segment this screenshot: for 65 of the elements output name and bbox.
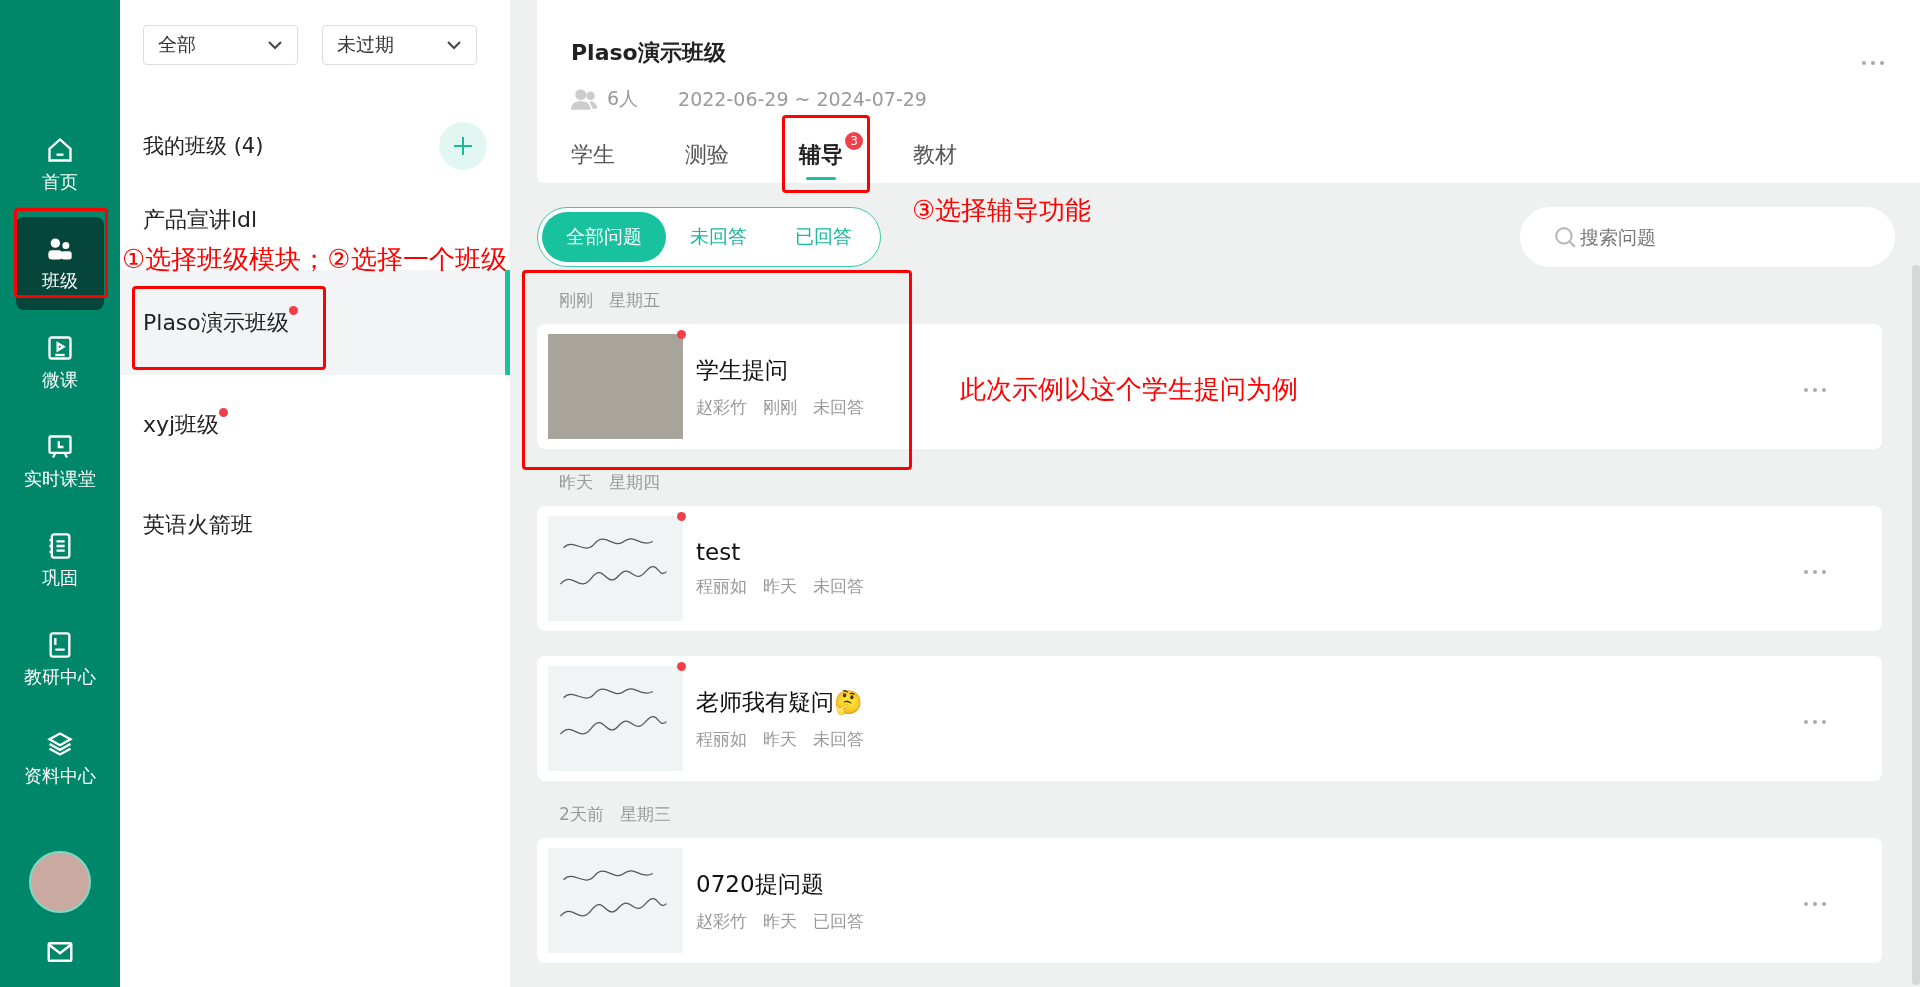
question-time: 昨天 [763, 909, 797, 933]
date-label: 刚刚 [559, 289, 593, 312]
class-item[interactable]: xyj班级 [120, 405, 510, 445]
question-title: test [696, 539, 742, 565]
tab[interactable]: 教材 [913, 140, 957, 180]
class-title: Plaso演示班级 [571, 39, 726, 67]
more-icon[interactable] [1803, 386, 1827, 393]
class-item[interactable]: 英语火箭班 [120, 505, 510, 545]
member-count: 6人 [607, 86, 639, 111]
question-title: 0720提问题 [696, 869, 825, 899]
author-name: 程丽如 [696, 575, 747, 598]
nav-item[interactable]: 巩固 [16, 514, 104, 607]
question-title: 老师我有疑问🤔 [696, 687, 864, 717]
tab[interactable]: 辅导 [799, 140, 843, 180]
count-badge: 3 [845, 132, 863, 150]
nav-item[interactable]: 微课 [16, 316, 104, 409]
chevron-down-icon [446, 40, 462, 50]
author-name: 赵彩竹 [696, 395, 747, 419]
answer-status: 已回答 [813, 909, 864, 933]
nav-item[interactable]: 实时课堂 [16, 415, 104, 508]
date-range: 2022-06-29 ~ 2024-07-29 [678, 88, 927, 110]
nav-item[interactable]: 班级 [16, 217, 104, 310]
nav-item[interactable]: 首页 [16, 118, 104, 211]
more-icon[interactable] [1803, 718, 1827, 725]
question-card[interactable]: 0720提问题 赵彩竹 昨天 已回答 [537, 838, 1882, 963]
date-label: 2天前 [559, 803, 604, 826]
scrollbar[interactable] [1912, 265, 1920, 985]
more-icon[interactable] [1861, 60, 1885, 66]
date-label: 星期四 [609, 471, 660, 494]
search-field[interactable]: 搜索问题 [1520, 207, 1895, 267]
answer-status: 未回答 [813, 575, 864, 598]
question-time: 昨天 [763, 575, 797, 598]
home-icon [46, 135, 74, 164]
date-label: 星期三 [619, 803, 671, 826]
people-icon [571, 88, 597, 110]
chevron-down-icon [267, 40, 283, 50]
search-icon [1554, 226, 1576, 248]
filter-dropdown[interactable]: 全部 [143, 25, 298, 65]
more-icon[interactable] [1803, 900, 1827, 907]
question-card[interactable]: 老师我有疑问🤔 程丽如 昨天 未回答 [537, 656, 1882, 781]
board-icon [46, 432, 74, 461]
question-card[interactable]: test 程丽如 昨天 未回答 [537, 506, 1882, 631]
tab[interactable]: 学生 [571, 140, 615, 180]
question-time: 刚刚 [763, 395, 797, 419]
date-label: 星期五 [609, 289, 660, 312]
filter-dropdown[interactable]: 未过期 [322, 25, 477, 65]
annotation-text: 此次示例以这个学生提问为例 [960, 373, 1298, 406]
more-icon[interactable] [1803, 568, 1827, 575]
layers-icon [46, 729, 74, 758]
date-label: 昨天 [559, 471, 593, 494]
answer-status: 未回答 [813, 395, 864, 419]
question-title: 学生提问 [696, 355, 789, 385]
plus-icon [453, 136, 473, 156]
annotation-text: ③选择辅导功能 [912, 194, 1092, 227]
nav-item[interactable]: 教研中心 [16, 613, 104, 706]
author-name: 程丽如 [696, 727, 747, 751]
class-item[interactable]: 产品宣讲ldl [120, 200, 510, 240]
nav-item[interactable]: 资料中心 [16, 712, 104, 805]
answer-status: 未回答 [813, 727, 864, 751]
play-icon [46, 333, 74, 362]
tab[interactable]: 测验 [685, 140, 729, 180]
section-title: 我的班级 (4) [143, 133, 264, 160]
author-name: 赵彩竹 [696, 909, 747, 933]
add-button[interactable] [439, 122, 487, 170]
question-time: 昨天 [763, 727, 797, 751]
